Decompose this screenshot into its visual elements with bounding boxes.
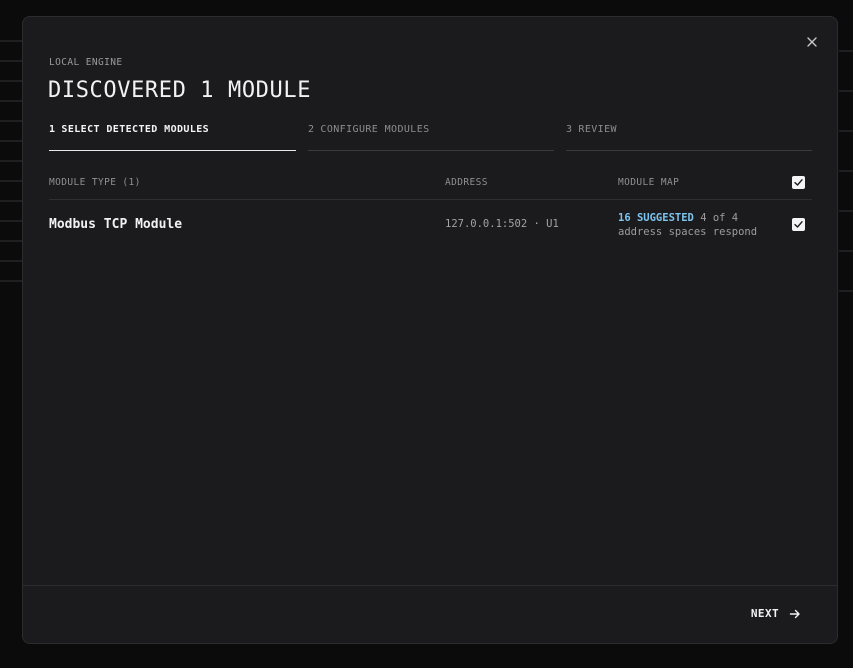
select-all-checkbox[interactable] (792, 176, 805, 189)
discovery-modal: LOCAL ENGINE DISCOVERED 1 MODULE 1 SELECT… (22, 16, 838, 644)
step-label: SELECT DETECTED MODULES (61, 124, 210, 135)
next-label: NEXT (750, 607, 779, 620)
step-select-detected-modules[interactable]: 1 SELECT DETECTED MODULES (49, 124, 296, 151)
table-row[interactable]: Modbus TCP Module 127.0.0.1:502 · U1 16 … (49, 207, 812, 243)
modal-title: DISCOVERED 1 MODULE (48, 78, 312, 103)
column-header-module-map: MODULE MAP (618, 177, 680, 188)
checkmark-icon (794, 221, 803, 228)
module-map-summary: 16 SUGGESTED 4 of 4 address spaces respo… (618, 211, 757, 239)
arrow-right-icon (789, 609, 800, 618)
step-label: REVIEW (578, 124, 617, 135)
close-button[interactable] (803, 33, 821, 51)
table-header: MODULE TYPE (1) ADDRESS MODULE MAP (49, 176, 812, 200)
step-number: 2 (308, 124, 315, 135)
next-button[interactable]: NEXT (751, 607, 801, 620)
suggested-count[interactable]: 16 SUGGESTED (618, 212, 694, 224)
step-number: 3 (566, 124, 573, 135)
row-select-checkbox[interactable] (792, 218, 805, 231)
modal-eyebrow: LOCAL ENGINE (49, 57, 123, 68)
close-icon (807, 37, 817, 47)
modal-footer: NEXT (23, 585, 837, 644)
column-header-module-type: MODULE TYPE (1) (49, 177, 141, 188)
checkmark-icon (794, 179, 803, 186)
step-review[interactable]: 3 REVIEW (566, 124, 812, 151)
module-address: 127.0.0.1:502 · U1 (445, 218, 559, 230)
step-label: CONFIGURE MODULES (320, 124, 430, 135)
step-configure-modules[interactable]: 2 CONFIGURE MODULES (308, 124, 554, 151)
map-count: 4 of 4 (700, 212, 739, 224)
column-header-address: ADDRESS (445, 177, 488, 188)
stepper: 1 SELECT DETECTED MODULES 2 CONFIGURE MODU… (49, 124, 812, 151)
map-detail: address spaces respond (618, 226, 758, 238)
step-number: 1 (49, 124, 56, 135)
module-name: Modbus TCP Module (49, 217, 183, 232)
